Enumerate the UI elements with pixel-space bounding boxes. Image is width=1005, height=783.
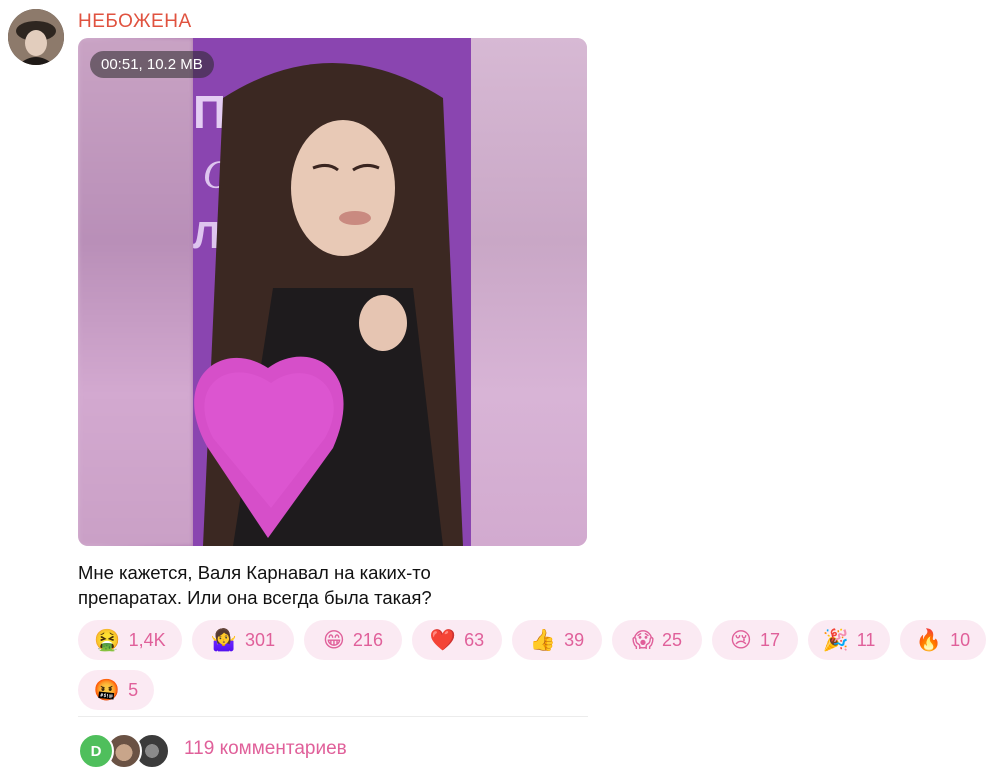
reaction-count: 5	[128, 679, 139, 700]
avatar-image	[8, 9, 64, 65]
reaction-count: 1,4K	[128, 629, 166, 650]
grin-icon: 😁	[323, 628, 345, 652]
channel-avatar[interactable]	[8, 9, 64, 65]
commenter-avatar-letter: D	[78, 733, 114, 769]
heart-icon: ❤️	[429, 628, 457, 652]
reaction-count: 17	[759, 629, 780, 650]
reaction-count: 10	[950, 629, 971, 650]
commenter-avatars[interactable]: D	[78, 733, 178, 769]
video-scene: ПРАЗ К Оля ЛЛ	[193, 38, 471, 546]
reaction-count: 39	[564, 629, 585, 650]
scream-icon: 😱	[632, 628, 654, 652]
reaction-count: 216	[352, 629, 383, 650]
reaction-fire[interactable]: 🔥 10	[900, 620, 986, 660]
reaction-scream[interactable]: 😱 25	[612, 620, 702, 660]
crying-face-icon: 😢	[730, 628, 752, 652]
fire-icon: 🔥	[915, 628, 943, 652]
reaction-heart[interactable]: ❤️ 63	[412, 620, 502, 660]
reaction-count: 25	[661, 629, 682, 650]
divider	[78, 716, 588, 717]
reaction-count: 301	[245, 629, 276, 650]
thumbs-up-icon: 👍	[529, 628, 557, 652]
shrug-icon: 🤷‍♀️	[210, 628, 238, 652]
post-caption: Мне кажется, Валя Карнавал на каких-то п…	[78, 560, 598, 610]
party-popper-icon: 🎉	[822, 628, 849, 652]
video-thumbnail[interactable]: ПРАЗ К Оля ЛЛ	[78, 38, 587, 546]
comments-link[interactable]: 119 комментариев	[184, 738, 347, 760]
video-duration-badge: 00:51, 10.2 MB	[90, 51, 214, 78]
reaction-count: 63	[464, 629, 485, 650]
vomit-face-icon: 🤮	[94, 628, 121, 652]
reaction-shrug[interactable]: 🤷‍♀️ 301	[192, 620, 294, 660]
reaction-crying[interactable]: 😢 17	[712, 620, 798, 660]
reaction-vomit[interactable]: 🤮 1,4K	[78, 620, 182, 660]
video-blur-left	[78, 38, 193, 546]
video-blur-right	[471, 38, 587, 546]
reaction-count: 11	[856, 629, 876, 650]
reaction-grin[interactable]: 😁 216	[304, 620, 402, 660]
caption-line-2: препаратах. Или она всегда была такая?	[78, 587, 432, 608]
reaction-thumbs-up[interactable]: 👍 39	[512, 620, 602, 660]
cursing-face-icon: 🤬	[93, 678, 121, 702]
reaction-party[interactable]: 🎉 11	[808, 620, 890, 660]
channel-name[interactable]: НЕБОЖЕНА	[78, 11, 192, 33]
reaction-cursing[interactable]: 🤬 5	[78, 670, 154, 710]
caption-line-1: Мне кажется, Валя Карнавал на каких-то	[78, 562, 431, 583]
